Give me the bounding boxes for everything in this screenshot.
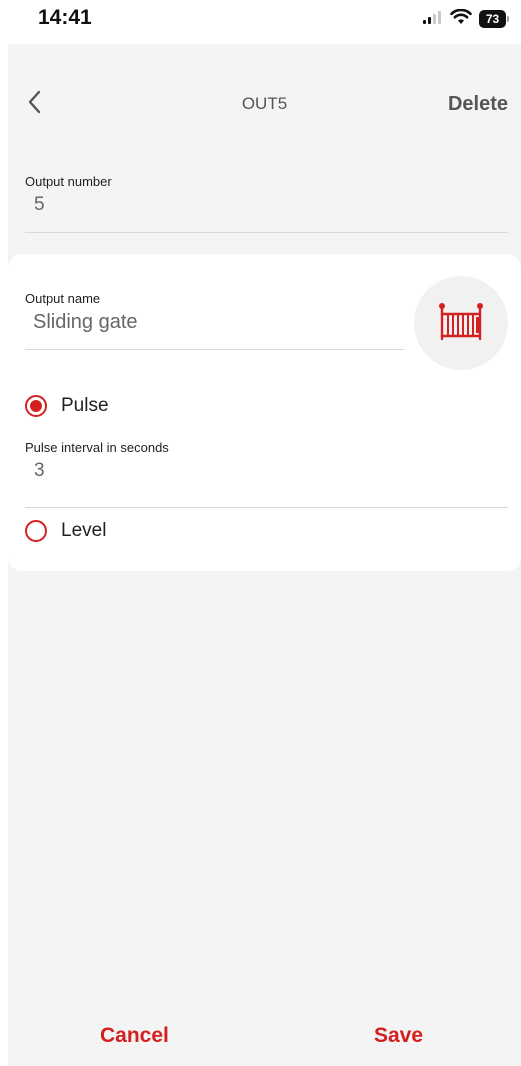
- output-number-label: Output number: [25, 174, 112, 189]
- pulse-interval-value: 3: [34, 460, 45, 481]
- nav-bar: OUT5 Delete: [8, 44, 521, 154]
- app-screen: OUT5 Delete Output number 5 Output name …: [8, 44, 521, 1066]
- delete-button[interactable]: Delete: [448, 93, 508, 116]
- sliding-gate-icon: [438, 301, 484, 346]
- level-radio[interactable]: Level: [25, 520, 106, 542]
- pulse-radio[interactable]: Pulse: [25, 395, 109, 417]
- battery-level: 73: [479, 10, 506, 28]
- radio-selected-dot: [30, 400, 42, 412]
- status-time: 14:41: [38, 6, 92, 29]
- battery-icon: 73: [479, 10, 509, 28]
- cancel-button[interactable]: Cancel: [100, 1024, 169, 1048]
- output-number-field[interactable]: Output number 5: [25, 174, 508, 233]
- output-name-field[interactable]: Output name Sliding gate: [25, 291, 404, 350]
- level-radio-button[interactable]: [25, 520, 47, 542]
- level-label: Level: [61, 520, 107, 541]
- save-button[interactable]: Save: [374, 1024, 423, 1048]
- output-number-value: 5: [34, 194, 45, 215]
- output-name-label: Output name: [25, 291, 101, 306]
- bottom-action-bar: Cancel Save: [8, 1010, 521, 1066]
- pulse-radio-button[interactable]: [25, 395, 47, 417]
- status-bar: 14:41 73: [0, 0, 521, 44]
- status-icons: 73: [423, 8, 509, 30]
- pulse-interval-label: Pulse interval in seconds: [25, 440, 169, 455]
- pulse-label: Pulse: [61, 395, 109, 416]
- page-title: OUT5: [241, 94, 288, 113]
- output-icon-button[interactable]: [414, 276, 508, 370]
- pulse-interval-field[interactable]: Pulse interval in seconds 3: [25, 440, 508, 508]
- output-settings-card: Output name Sliding gate Pulse Pulse int…: [8, 254, 521, 571]
- wifi-icon: [450, 8, 472, 30]
- output-name-value: Sliding gate: [33, 311, 138, 333]
- signal-icon: [423, 10, 443, 29]
